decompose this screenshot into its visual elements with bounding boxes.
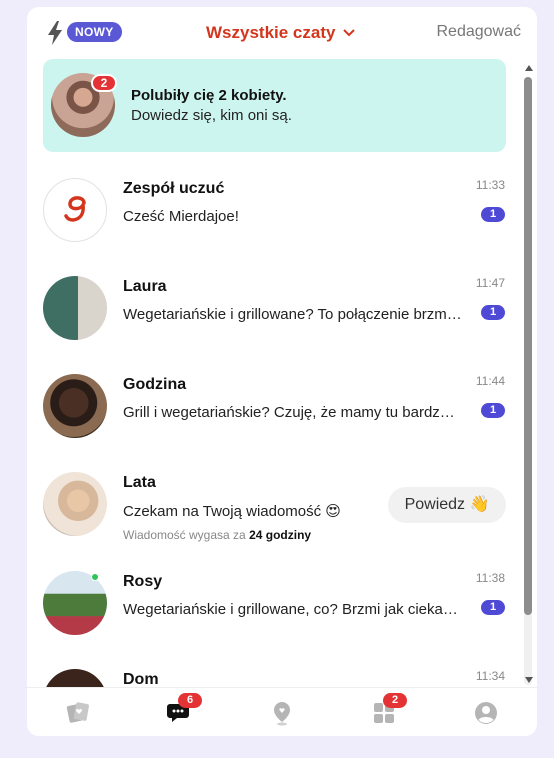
- grid-count-badge: 2: [383, 693, 407, 708]
- bolt-icon[interactable]: [47, 21, 63, 45]
- say-hi-button[interactable]: Powiedz 👋: [388, 487, 506, 523]
- scrollbar-thumb[interactable]: [524, 77, 532, 615]
- avatar: [43, 472, 107, 536]
- chat-row[interactable]: Zespół uczuć Cześć Mierdajoe! 11:33 1: [27, 178, 517, 276]
- scroll-down-arrow[interactable]: [525, 677, 533, 683]
- scroll-up-arrow[interactable]: [525, 65, 533, 71]
- chat-time: 11:44: [475, 374, 505, 388]
- chat-name: Laura: [123, 278, 167, 295]
- edit-button[interactable]: Redagować: [437, 23, 522, 41]
- avatar: [43, 374, 107, 438]
- chat-name: Lata: [123, 474, 156, 491]
- chat-time: 11:33: [475, 178, 505, 192]
- expire-value: 24 godziny: [249, 528, 312, 542]
- nav-cards[interactable]: [65, 700, 93, 726]
- unread-badge: 1: [481, 207, 505, 222]
- chats-panel: NOWY Wszystkie czaty Redagować 2 Polubił…: [27, 7, 537, 736]
- location-heart-icon: [274, 702, 290, 726]
- chat-name: Rosy: [123, 573, 163, 590]
- avatar: [43, 276, 107, 340]
- chat-preview: Grill i wegetariańskie? Czuję, że mamy t…: [123, 404, 463, 421]
- chat-name: Godzina: [123, 376, 187, 393]
- chat-preview: Czekam na Twoją wiadomość 😍: [123, 503, 341, 520]
- likes-count-badge: 2: [91, 74, 117, 92]
- cards-icon: [66, 702, 89, 723]
- likes-subtitle: Dowiedz się, kim oni są.: [131, 107, 292, 124]
- chat-time: 11:47: [475, 276, 505, 290]
- expire-prefix: Wiadomość wygasa za: [123, 528, 246, 542]
- chat-name: Zespół uczuć: [123, 180, 225, 197]
- avatar: [43, 571, 107, 635]
- nav-profile[interactable]: [473, 700, 501, 726]
- chat-row[interactable]: Rosy Wegetariańskie i grillowane, co? Br…: [27, 571, 517, 669]
- expire-note: Wiadomość wygasa za 24 godziny: [123, 528, 311, 542]
- chat-filter-dropdown[interactable]: Wszystkie czaty: [206, 21, 356, 45]
- bottom-nav: 6 2: [27, 687, 537, 736]
- logo-icon: [64, 196, 86, 222]
- chat-preview: Cześć Mierdajoe!: [123, 208, 239, 225]
- likes-title: Polubiły cię 2 kobiety.: [131, 87, 287, 104]
- chat-filter-label: Wszystkie czaty: [206, 23, 336, 42]
- unread-badge: 1: [481, 305, 505, 320]
- chat-row[interactable]: Godzina Grill i wegetariańskie? Czuję, ż…: [27, 374, 517, 472]
- chat-time: 11:38: [475, 571, 505, 585]
- chat-row[interactable]: Laura Wegetariańskie i grillowane? To po…: [27, 276, 517, 374]
- chevron-down-icon: [343, 29, 356, 37]
- nav-nearby[interactable]: [269, 700, 297, 726]
- chat-row[interactable]: Lata Czekam na Twoją wiadomość 😍 Wiadomo…: [27, 472, 517, 570]
- chat-time: 11:34: [475, 669, 505, 683]
- online-indicator: [91, 573, 99, 581]
- new-badge[interactable]: NOWY: [67, 22, 122, 42]
- chat-preview: Wegetariańskie i grillowane? To połączen…: [123, 306, 463, 323]
- likes-banner[interactable]: 2 Polubiły cię 2 kobiety. Dowiedz się, k…: [43, 59, 506, 152]
- header: NOWY Wszystkie czaty Redagować: [27, 7, 537, 57]
- profile-icon: [475, 702, 497, 724]
- unread-badge: 1: [481, 600, 505, 615]
- unread-badge: 1: [481, 403, 505, 418]
- chat-count-badge: 6: [178, 693, 202, 708]
- avatar: [43, 178, 107, 242]
- chat-preview: Wegetariańskie i grillowane, co? Brzmi j…: [123, 601, 463, 618]
